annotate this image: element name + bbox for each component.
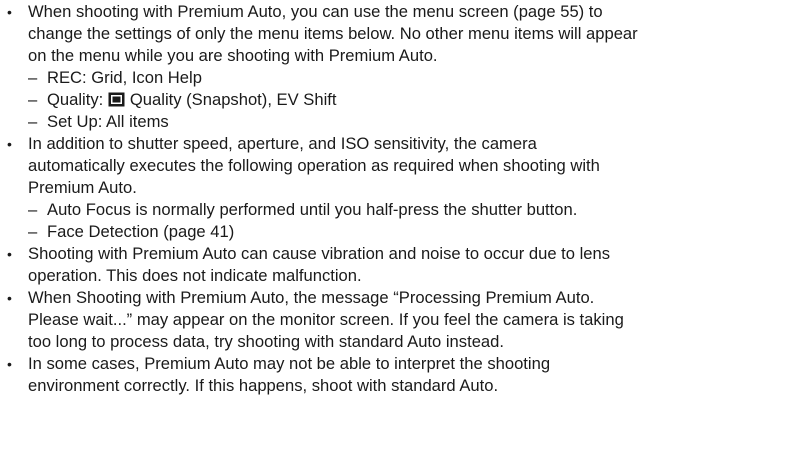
sub-item-text: Set Up: All items: [47, 112, 169, 131]
bullet-text: too long to process data, try shooting w…: [28, 332, 504, 351]
bullet-text: automatically executes the following ope…: [28, 156, 600, 175]
image-quality-icon: [108, 92, 125, 107]
bullet-text: operation. This does not indicate malfun…: [28, 266, 362, 285]
dash-marker: –: [28, 112, 38, 131]
bullet-text: Shooting with Premium Auto can cause vib…: [28, 244, 611, 263]
dash-marker: –: [28, 90, 38, 109]
bullet-text: change the settings of only the menu ite…: [28, 24, 638, 43]
bullet-text: In addition to shutter speed, aperture, …: [28, 134, 537, 153]
bullet-text: In some cases, Premium Auto may not be a…: [28, 354, 551, 373]
bullet-marker: •: [7, 356, 12, 372]
bullet-text: on the menu while you are shooting with …: [28, 46, 438, 65]
sub-item-text: REC: Grid, Icon Help: [47, 68, 202, 87]
instruction-notes: • When shooting with Premium Auto, you c…: [0, 0, 805, 459]
dash-marker: –: [28, 222, 38, 241]
sub-item-text: Face Detection (page 41): [47, 222, 235, 241]
dash-marker: –: [28, 68, 38, 87]
bullet-text: When shooting with Premium Auto, you can…: [28, 2, 603, 21]
bullet-marker: •: [7, 4, 12, 20]
bullet-text: Please wait...” may appear on the monito…: [28, 310, 624, 329]
bullet-marker: •: [7, 136, 12, 152]
bullet-text: Premium Auto.: [28, 178, 137, 197]
dash-marker: –: [28, 200, 38, 219]
bullet-marker: •: [7, 290, 12, 306]
bullet-text: environment correctly. If this happens, …: [28, 376, 499, 395]
sub-item-quality: Quality: Quality (Snapshot), EV Shift: [47, 90, 337, 110]
sub-item-prefix: Quality:: [47, 90, 104, 109]
bullet-marker: •: [7, 246, 12, 262]
sub-item-text: Auto Focus is normally performed until y…: [47, 200, 578, 219]
bullet-text: When Shooting with Premium Auto, the mes…: [28, 288, 595, 307]
sub-item-text: Quality (Snapshot), EV Shift: [129, 90, 337, 109]
